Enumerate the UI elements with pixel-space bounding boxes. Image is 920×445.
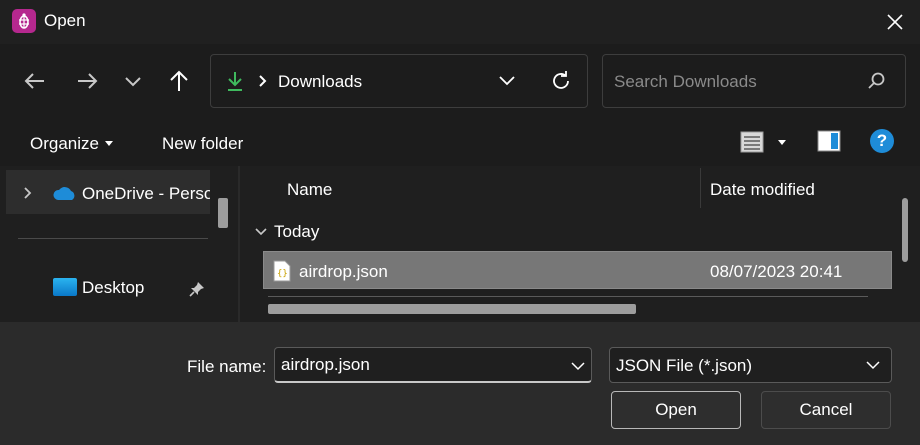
chevron-right-icon <box>259 75 267 87</box>
svg-text:{}: {} <box>277 269 288 279</box>
preview-pane-button[interactable] <box>817 130 841 157</box>
list-view-icon <box>740 131 764 153</box>
preview-pane-icon <box>817 130 841 152</box>
nav-item-label: OneDrive - Personal <box>82 184 210 203</box>
close-icon <box>887 14 903 30</box>
breadcrumb-downloads[interactable]: Downloads <box>278 72 362 92</box>
file-date: 08/07/2023 20:41 <box>710 262 843 281</box>
chevron-down-icon <box>866 361 880 370</box>
recent-locations-button[interactable] <box>118 66 148 96</box>
refresh-icon[interactable] <box>549 69 573 93</box>
help-button[interactable]: ? <box>870 129 894 153</box>
command-bar: Organize New folder ? <box>0 118 920 166</box>
nav-item-onedrive[interactable]: OneDrive - Personal <box>6 170 210 214</box>
chevron-down-icon[interactable] <box>497 73 517 89</box>
column-separator[interactable] <box>700 168 701 208</box>
download-icon <box>228 72 242 91</box>
navigation-bar: Downloads Search Downloads <box>0 44 920 118</box>
app-icon <box>12 9 36 33</box>
json-file-icon: {} <box>273 260 291 282</box>
caret-down-icon[interactable] <box>778 140 786 145</box>
arrow-up-icon <box>170 70 188 91</box>
file-list-vertical-scrollbar[interactable] <box>902 198 908 262</box>
file-list-horizontal-scrollbar[interactable] <box>268 304 636 314</box>
arrow-left-icon <box>24 73 44 89</box>
chevron-down-icon[interactable] <box>570 361 586 371</box>
search-box[interactable]: Search Downloads <box>602 54 906 108</box>
column-header-name[interactable]: Name <box>287 180 332 200</box>
dialog-footer: File name: JSON File (*.json) Open Cance… <box>0 322 920 445</box>
caret-down-icon <box>104 141 113 146</box>
search-icon[interactable] <box>867 71 887 91</box>
nav-item-desktop[interactable]: Desktop <box>0 270 210 306</box>
open-button[interactable]: Open <box>611 391 741 429</box>
up-button[interactable] <box>164 66 194 96</box>
file-list: Name Date modified Today {} airdrop.json… <box>240 166 920 322</box>
search-input[interactable]: Search Downloads <box>614 72 757 92</box>
new-folder-button[interactable]: New folder <box>162 134 243 154</box>
address-bar[interactable]: Downloads <box>210 54 588 108</box>
onedrive-cloud-icon <box>53 187 75 200</box>
file-name: airdrop.json <box>299 262 388 281</box>
file-name-input[interactable] <box>274 347 592 383</box>
column-header-date-modified[interactable]: Date modified <box>710 180 815 200</box>
chevron-down-icon <box>125 77 141 87</box>
title-bar: Open <box>0 0 920 44</box>
navigation-pane: OneDrive - Personal Desktop <box>0 166 238 322</box>
file-name-label: File name: <box>187 357 267 376</box>
arrow-right-icon <box>78 73 98 89</box>
back-button[interactable] <box>20 66 50 96</box>
desktop-icon <box>53 278 77 296</box>
nav-pane-scrollbar[interactable] <box>218 198 228 228</box>
chevron-right-icon[interactable] <box>22 185 34 201</box>
chevron-down-icon <box>255 228 267 236</box>
file-type-select[interactable]: JSON File (*.json) <box>609 347 892 383</box>
help-icon: ? <box>876 131 888 150</box>
table-row[interactable]: {} airdrop.json 08/07/2023 20:41 <box>263 251 892 289</box>
organize-button[interactable]: Organize <box>30 134 113 154</box>
window-title: Open <box>44 11 86 30</box>
scroll-track <box>268 296 868 297</box>
close-button[interactable] <box>882 9 908 35</box>
forward-button[interactable] <box>72 66 102 96</box>
cancel-button[interactable]: Cancel <box>761 391 891 429</box>
nav-item-label: Desktop <box>82 278 145 297</box>
file-type-value: JSON File (*.json) <box>616 356 753 375</box>
view-options-button[interactable] <box>740 131 764 158</box>
pin-icon[interactable] <box>188 280 206 298</box>
divider <box>18 238 208 239</box>
